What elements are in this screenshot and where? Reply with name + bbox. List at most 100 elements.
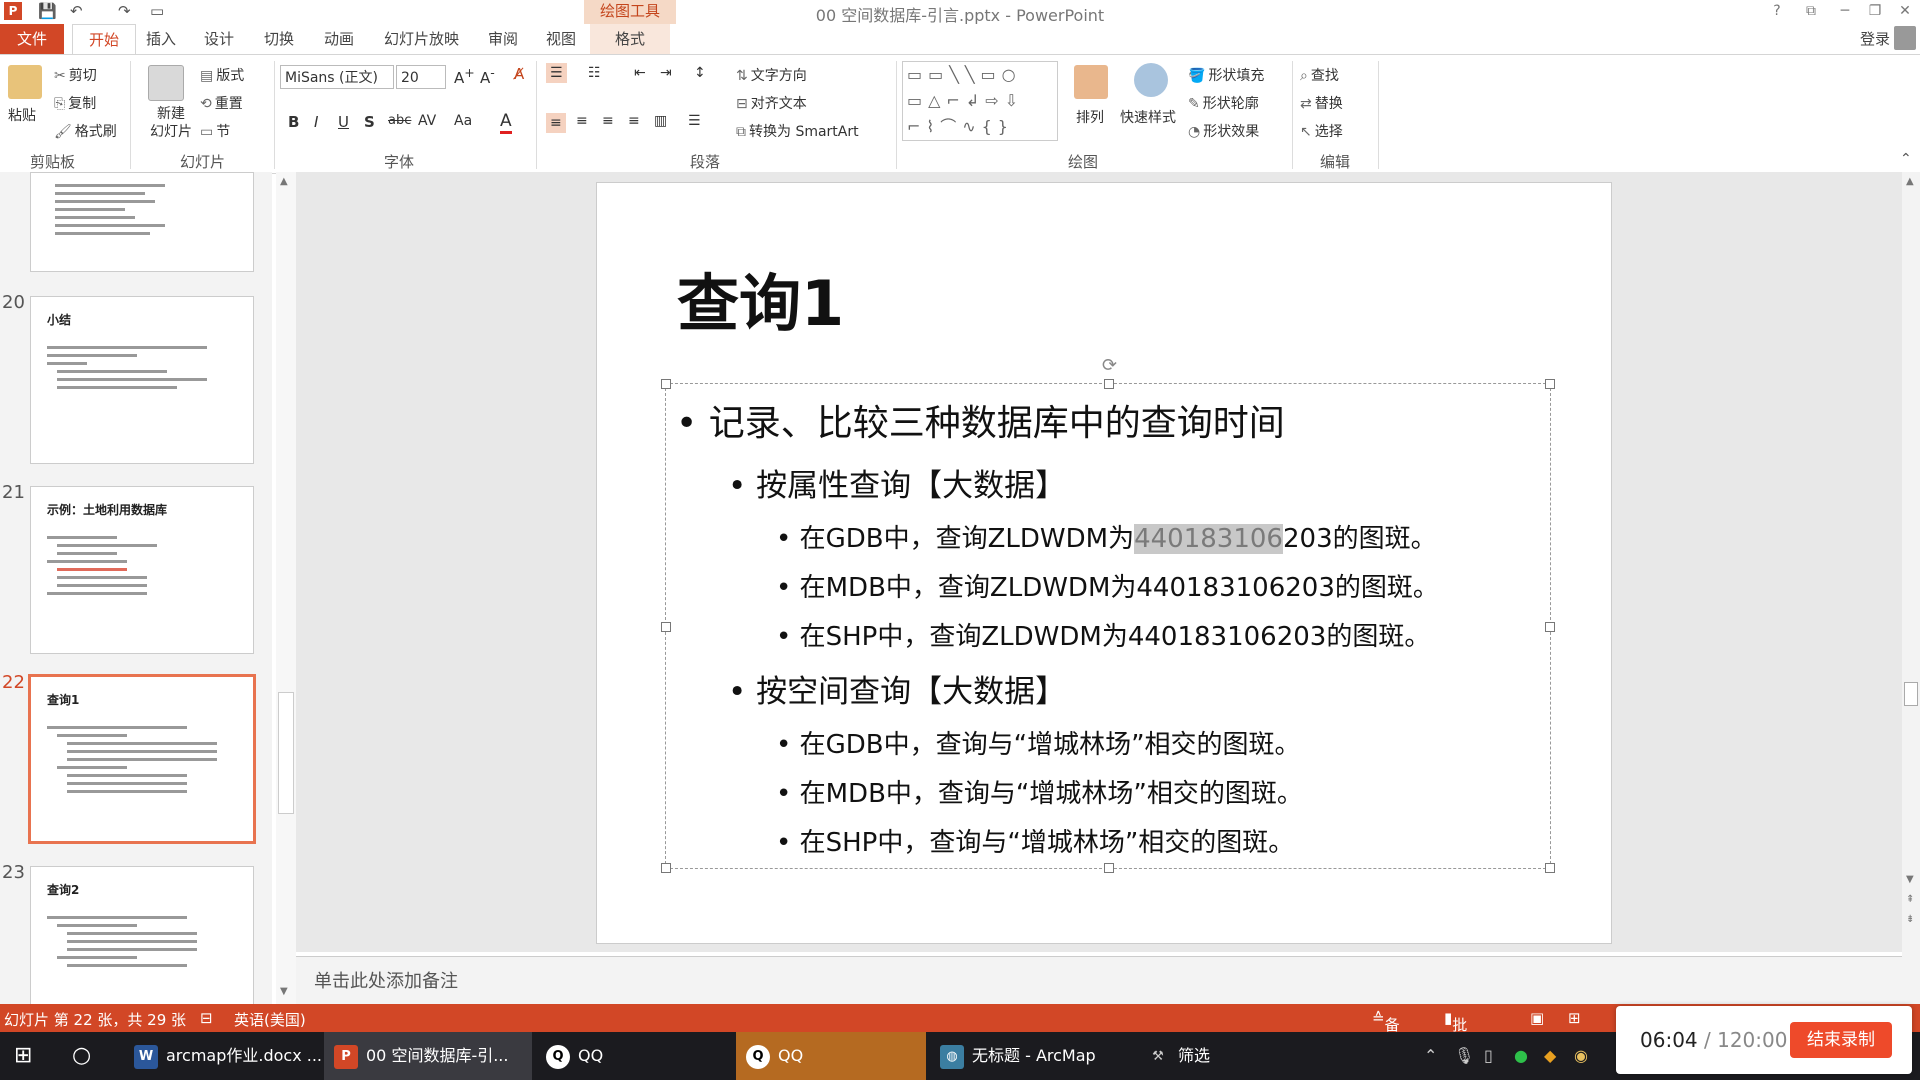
paste-icon[interactable] [8,65,42,99]
restore-button[interactable]: ❐ [1860,0,1890,22]
wechat-icon[interactable]: ● [1514,1032,1528,1080]
windows-start-icon[interactable]: ⊞ [14,1032,32,1080]
slide-thumbnail-20[interactable]: 小结 [30,296,254,464]
slide-thumbnail-21[interactable]: 示例：土地利用数据库 [30,486,254,654]
save-icon[interactable]: 💾 [38,2,57,20]
shrink-font-icon[interactable]: A- [480,65,495,87]
font-name-select[interactable]: MiSans (正文) [280,65,394,89]
bold-icon[interactable]: B [288,113,299,131]
line-spacing-icon[interactable]: ↕ [694,65,706,81]
new-slide-icon[interactable] [148,65,184,101]
scrollbar-thumb[interactable] [278,692,294,814]
cut-button[interactable]: ✂ 剪切 [54,65,97,85]
columns-icon[interactable]: ☰ [688,113,701,129]
taskbar-powerpoint[interactable]: P 00 空间数据库-引... [324,1032,532,1080]
resize-handle[interactable] [1545,863,1555,873]
new-slide-button[interactable]: 新建 幻灯片 [150,105,192,141]
slide-thumbnail-22[interactable]: 查询1 [28,674,256,844]
change-case-icon[interactable]: Aa [454,113,472,129]
show-hidden-icons-icon[interactable]: ⌃ [1424,1032,1437,1080]
resize-handle[interactable] [1104,863,1114,873]
minimize-button[interactable]: ─ [1830,0,1860,22]
layout-button[interactable]: ▤ 版式 [200,65,244,85]
help-button[interactable]: ? [1762,0,1792,22]
resize-handle[interactable] [1545,379,1555,389]
spellcheck-icon[interactable]: ⊟ [200,1009,213,1027]
quick-styles-icon[interactable] [1134,63,1168,97]
redo-icon[interactable]: ↷ [118,2,131,20]
align-right-icon[interactable]: ≡ [602,113,614,129]
language-indicator[interactable]: 英语(美国) [234,1009,306,1030]
distributed-icon[interactable]: ▥ [654,113,667,129]
selected-text[interactable]: 440183106 [1134,524,1283,554]
resize-handle[interactable] [661,622,671,632]
content-textbox[interactable]: • 记录、比较三种数据库中的查询时间 • 按属性查询【大数据】 • 在GDB中，… [661,379,1555,873]
shapes-gallery[interactable]: ▭▭╲╲▭○ ▭△⌐↲⇨⇩ ⌐⌇⌒∿{} [902,61,1058,141]
bullets-icon[interactable]: ☰ [546,63,567,83]
taskbar-word[interactable]: Warcmap作业.docx ... [124,1032,322,1080]
increase-indent-icon[interactable]: ⇥ [660,65,672,81]
undo-icon[interactable]: ↶ [70,2,83,20]
scroll-down-icon[interactable]: ▼ [1906,874,1914,885]
decrease-indent-icon[interactable]: ⇤ [634,65,646,81]
tab-slideshow[interactable]: 幻灯片放映 [384,28,459,49]
notes-pane[interactable]: 单击此处添加备注 [296,956,1902,1005]
select-button[interactable]: ↖ 选择 [1300,121,1343,141]
tab-design[interactable]: 设计 [204,28,234,49]
copy-button[interactable]: ⎘ 复制 [54,93,96,113]
resize-handle[interactable] [1104,379,1114,389]
underline-icon[interactable]: U [338,113,349,131]
find-button[interactable]: ⌕ 查找 [1300,65,1339,85]
numbering-icon[interactable]: ☷ [588,65,601,81]
replace-button[interactable]: ⇄ 替换 [1300,93,1343,113]
scroll-up-icon[interactable]: ▲ [280,176,288,187]
resize-handle[interactable] [1545,622,1555,632]
shape-fill-button[interactable]: 🪣 形状填充 [1188,65,1264,85]
quick-styles-button[interactable]: 快速样式 [1120,107,1176,127]
tab-review[interactable]: 审阅 [488,28,518,49]
previous-slide-icon[interactable]: ⇞ [1906,894,1914,905]
notes-toggle[interactable]: ≙ 备注 [1372,1009,1400,1055]
next-slide-icon[interactable]: ⇟ [1906,914,1914,925]
reset-button[interactable]: ⟲ 重置 [200,93,243,113]
stop-recording-button[interactable]: 结束录制 [1790,1022,1892,1058]
slide-scrollbar[interactable]: ▲ ▼ ⇞ ⇟ [1902,172,1920,1004]
resize-handle[interactable] [661,379,671,389]
format-painter-button[interactable]: 🖌 格式刷 [54,121,117,141]
justify-icon[interactable]: ≡ [628,113,640,129]
scroll-up-icon[interactable]: ▲ [1906,176,1914,187]
tab-format[interactable]: 格式 [590,24,670,54]
char-spacing-icon[interactable]: AV [418,113,436,129]
slide-sorter-icon[interactable]: ⊞ [1568,1009,1581,1027]
tray-cat-icon[interactable]: ◉ [1574,1032,1588,1080]
convert-smartart-button[interactable]: ⧉ 转换为 SmartArt [736,121,859,141]
slide-title[interactable]: 查询1 [677,253,844,343]
present-icon[interactable]: ▭ [150,2,164,20]
shape-effects-button[interactable]: ◔ 形状效果 [1188,121,1259,141]
tab-view[interactable]: 视图 [546,28,576,49]
clear-format-icon[interactable]: A̸ [514,65,524,83]
thumbnail-scrollbar[interactable]: ▲ ▼ [276,172,296,1004]
close-button[interactable]: ✕ [1890,0,1920,22]
font-color-icon[interactable]: A [500,111,512,134]
scroll-down-icon[interactable]: ▼ [280,986,288,997]
collapse-ribbon-icon[interactable]: ⌃ [1900,151,1912,167]
normal-view-icon[interactable]: ▣ [1530,1009,1544,1027]
notes-placeholder[interactable]: 单击此处添加备注 [314,967,458,993]
cortana-search-icon[interactable]: ○ [72,1032,91,1080]
text-shadow-icon[interactable]: S [364,113,375,131]
device-icon[interactable]: ▯ [1484,1032,1493,1080]
slide-thumbnail-23[interactable]: 查询2 [30,866,254,1004]
taskbar-qq[interactable]: Q QQ [536,1032,732,1080]
tab-file[interactable]: 文件 [0,24,64,54]
align-text-button[interactable]: ⊟ 对齐文本 [736,93,807,113]
text-direction-button[interactable]: ⇅ 文字方向 [736,65,807,85]
tab-home[interactable]: 开始 [72,24,136,55]
arrange-button[interactable]: 排列 [1076,107,1104,127]
account-avatar-icon[interactable] [1894,26,1916,50]
align-left-icon[interactable]: ≡ [546,113,566,133]
resize-handle[interactable] [661,863,671,873]
strikethrough-icon[interactable]: abc [388,113,411,128]
scrollbar-thumb[interactable] [1904,682,1918,706]
rotate-handle-icon[interactable]: ⟳ [1102,355,1117,376]
